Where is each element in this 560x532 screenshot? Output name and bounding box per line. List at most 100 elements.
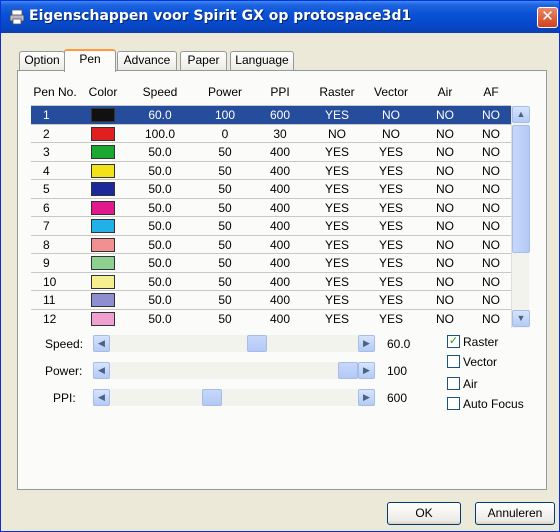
cell-air: NO: [436, 108, 454, 122]
power-slider-thumb[interactable]: [338, 362, 358, 379]
cell-speed: 50.0: [148, 237, 172, 252]
cell-pen: 6: [43, 200, 50, 215]
table-row[interactable]: 9 50.0 50 400 YES YES NO NO: [31, 253, 511, 272]
cell-power: 0: [221, 126, 229, 141]
cell-vector: YES: [378, 293, 403, 307]
col-header-power: Power: [207, 85, 242, 99]
table-row[interactable]: 5 50.0 50 400 YES YES NO NO: [31, 179, 511, 198]
table-row[interactable]: 10 50.0 50 400 YES YES NO NO: [31, 271, 511, 291]
table-row[interactable]: 8 50.0 50 400 YES YES NO NO: [31, 234, 511, 254]
power-value: 100: [387, 364, 408, 378]
speed-slider[interactable]: ◀ ▶: [93, 335, 375, 352]
cell-speed: 50.0: [148, 182, 172, 196]
pen-color-swatch: [91, 274, 115, 289]
speed-slider-thumb[interactable]: [247, 335, 268, 352]
scroll-left-icon[interactable]: ◀: [93, 389, 110, 406]
table-row[interactable]: 2 100.0 0 30 NO NO NO NO: [31, 123, 511, 143]
tab-option[interactable]: Option: [19, 51, 65, 70]
close-button[interactable]: ✕: [537, 7, 558, 28]
ppi-label: PPI:: [53, 391, 76, 405]
scroll-left-icon[interactable]: ◀: [93, 335, 110, 352]
cell-speed: 50.0: [148, 256, 172, 270]
scroll-thumb[interactable]: [512, 125, 530, 253]
cell-af: NO: [482, 274, 500, 289]
close-icon: ✕: [541, 8, 554, 25]
ppi-slider-thumb[interactable]: [201, 389, 222, 406]
cell-raster: YES: [324, 145, 349, 159]
checkbox-box[interactable]: [447, 397, 460, 410]
cell-air: NO: [436, 219, 454, 233]
cell-power: 50: [218, 163, 232, 178]
pen-color-swatch: [91, 200, 115, 215]
table-row[interactable]: 3 50.0 50 400 YES YES NO NO: [31, 142, 511, 161]
air-label: Air: [463, 377, 478, 391]
cell-power: 50: [218, 256, 232, 270]
cell-af: NO: [482, 256, 500, 270]
title-bar[interactable]: Eigenschappen voor Spirit GX op protospa…: [1, 1, 559, 33]
tab-pen[interactable]: Pen: [64, 49, 116, 72]
cell-pen: 7: [43, 219, 50, 233]
ok-button[interactable]: OK: [387, 502, 461, 525]
cell-vector: YES: [378, 274, 403, 289]
table-row[interactable]: 11 50.0 50 400 YES YES NO NO: [31, 290, 511, 309]
cell-raster: YES: [324, 311, 349, 326]
cell-power: 50: [218, 274, 232, 289]
cell-pen: 8: [43, 237, 50, 252]
cell-af: NO: [482, 200, 500, 215]
cell-af: NO: [482, 145, 500, 159]
tab-paper[interactable]: Paper: [180, 51, 227, 70]
cell-speed: 100.0: [144, 126, 176, 141]
cell-raster: YES: [324, 219, 349, 233]
table-header: Pen No. Color Speed Power PPI Raster Vec…: [31, 81, 531, 101]
table-row[interactable]: 1 60.0 100 600 YES NO NO NO: [31, 105, 511, 124]
cell-raster: NO: [328, 126, 346, 141]
cell-air: NO: [436, 274, 454, 289]
scroll-up-icon[interactable]: ▲: [512, 106, 530, 123]
scroll-right-icon[interactable]: ▶: [358, 362, 375, 379]
speed-value: 60.0: [387, 337, 411, 351]
table-row[interactable]: 12 50.0 50 400 YES YES NO NO: [31, 308, 511, 328]
cancel-button[interactable]: Annuleren: [475, 502, 555, 525]
cell-pen: 12: [43, 311, 57, 326]
scroll-right-icon[interactable]: ▶: [358, 335, 375, 352]
cell-raster: YES: [324, 256, 349, 270]
col-header-vector: Vector: [373, 85, 409, 99]
tab-advance[interactable]: Advance: [117, 51, 177, 70]
ppi-slider[interactable]: ◀ ▶: [93, 389, 375, 406]
table-vertical-scrollbar[interactable]: ▲ ▼: [511, 106, 530, 328]
cell-pen: 2: [43, 126, 50, 141]
pen-color-swatch: [91, 237, 115, 252]
scroll-right-icon[interactable]: ▶: [358, 389, 375, 406]
checkbox-box[interactable]: [447, 377, 460, 390]
cell-ppi: 400: [269, 145, 291, 159]
tab-language[interactable]: Language: [230, 51, 294, 70]
cell-raster: YES: [324, 108, 349, 122]
cell-ppi: 400: [269, 311, 291, 326]
table-row[interactable]: 6 50.0 50 400 YES YES NO NO: [31, 197, 511, 217]
pen-color-swatch: [91, 293, 115, 307]
cell-speed: 50.0: [148, 200, 172, 215]
checkbox-box[interactable]: [447, 355, 460, 368]
cell-raster: YES: [324, 182, 349, 196]
scroll-left-icon[interactable]: ◀: [93, 362, 110, 379]
checkmark-icon[interactable]: ✓: [447, 335, 460, 348]
cell-speed: 50.0: [148, 293, 172, 307]
table-row[interactable]: 7 50.0 50 400 YES YES NO NO: [31, 216, 511, 235]
scroll-down-icon[interactable]: ▼: [512, 310, 530, 327]
power-slider[interactable]: ◀ ▶: [93, 362, 375, 379]
cell-ppi: 400: [269, 182, 291, 196]
cell-pen: 10: [43, 274, 57, 289]
cell-air: NO: [436, 237, 454, 252]
cell-af: NO: [482, 108, 500, 122]
cell-pen: 1: [43, 108, 50, 122]
cell-ppi: 400: [269, 237, 291, 252]
pen-color-swatch: [91, 108, 115, 122]
cell-vector: NO: [382, 126, 400, 141]
cell-ppi: 400: [269, 200, 291, 215]
cell-pen: 5: [43, 182, 50, 196]
cell-af: NO: [482, 219, 500, 233]
pen-color-swatch: [91, 182, 115, 196]
cell-ppi: 600: [269, 108, 291, 122]
cell-raster: YES: [324, 274, 349, 289]
table-row[interactable]: 4 50.0 50 400 YES YES NO NO: [31, 160, 511, 180]
